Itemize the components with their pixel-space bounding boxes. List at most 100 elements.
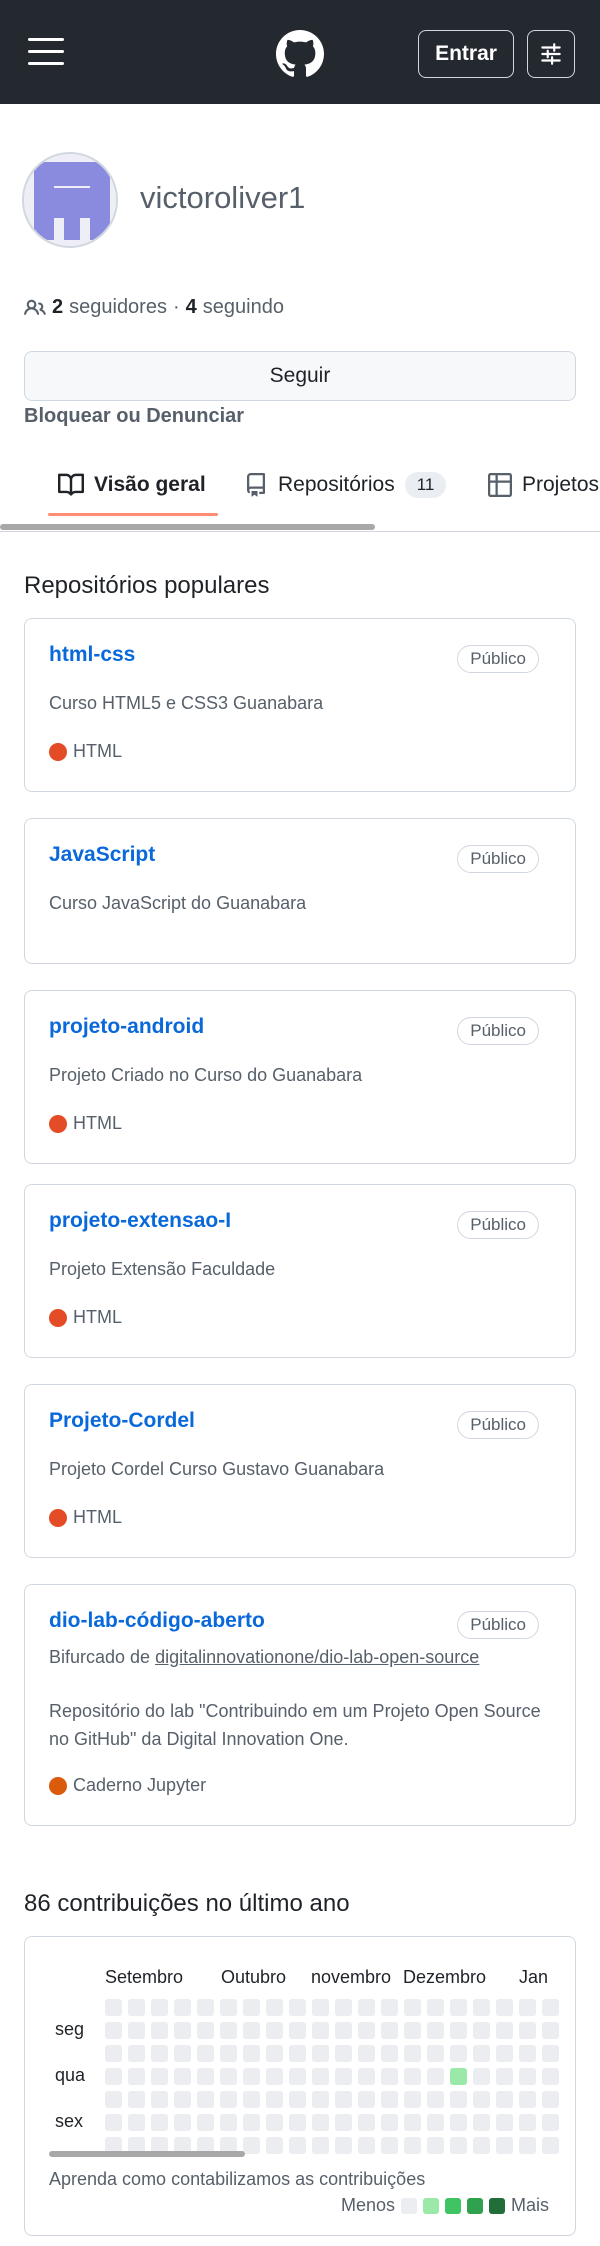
contribution-cell[interactable] xyxy=(496,2114,513,2131)
contribution-cell[interactable] xyxy=(381,2068,398,2085)
contribution-cell[interactable] xyxy=(266,2137,283,2154)
contribution-cell[interactable] xyxy=(266,2022,283,2039)
contribution-cell[interactable] xyxy=(427,2091,444,2108)
contribution-cell[interactable] xyxy=(312,2045,329,2062)
contribution-cell[interactable] xyxy=(542,2091,559,2108)
contribution-cell[interactable] xyxy=(220,2114,237,2131)
contribution-cell[interactable] xyxy=(542,2022,559,2039)
contribution-cell[interactable] xyxy=(174,2045,191,2062)
contribution-cell[interactable] xyxy=(450,2045,467,2062)
contribution-cell[interactable] xyxy=(105,2114,122,2131)
contribution-cell[interactable] xyxy=(450,2137,467,2154)
contribution-cell[interactable] xyxy=(289,2091,306,2108)
contribution-cell[interactable] xyxy=(427,1999,444,2016)
contribution-cell[interactable] xyxy=(358,2137,375,2154)
contribution-cell[interactable] xyxy=(381,2137,398,2154)
repo-name-link[interactable]: Projeto-Cordel xyxy=(49,1409,195,1433)
contribution-cell[interactable] xyxy=(404,2137,421,2154)
contribution-help-link[interactable]: Aprenda como contabilizamos as contribui… xyxy=(49,2169,425,2190)
contribution-cell[interactable] xyxy=(381,2022,398,2039)
contribution-cell[interactable] xyxy=(151,2045,168,2062)
fork-source-link[interactable]: digitalinnovationone/dio-lab-open-source xyxy=(155,1647,479,1667)
contribution-cell[interactable] xyxy=(105,2091,122,2108)
contribution-cell[interactable] xyxy=(220,2091,237,2108)
contribution-cell[interactable] xyxy=(128,2068,145,2085)
contribution-cell[interactable] xyxy=(243,2045,260,2062)
contribution-cell[interactable] xyxy=(358,2022,375,2039)
contribution-cell[interactable] xyxy=(335,2114,352,2131)
contribution-cell[interactable] xyxy=(542,2114,559,2131)
contribution-cell[interactable] xyxy=(266,2045,283,2062)
contribution-cell[interactable] xyxy=(381,2045,398,2062)
contribution-cell[interactable] xyxy=(404,2045,421,2062)
contribution-cell[interactable] xyxy=(335,2045,352,2062)
contribution-cell[interactable] xyxy=(266,2068,283,2085)
contribution-cell[interactable] xyxy=(519,2045,536,2062)
tab-projects[interactable]: Projetos xyxy=(488,455,599,515)
contribution-cell[interactable] xyxy=(496,2137,513,2154)
avatar[interactable] xyxy=(22,152,118,248)
tab-overview[interactable]: Visão geral xyxy=(58,455,206,515)
contribution-cell[interactable] xyxy=(519,1999,536,2016)
contribution-cell[interactable] xyxy=(358,2091,375,2108)
contribution-cell[interactable] xyxy=(220,1999,237,2016)
contribution-cell[interactable] xyxy=(151,2022,168,2039)
contribution-cell[interactable] xyxy=(105,1999,122,2016)
contribution-cell[interactable] xyxy=(542,1999,559,2016)
contribution-cell[interactable] xyxy=(197,2114,214,2131)
contribution-cell[interactable] xyxy=(197,1999,214,2016)
contribution-cell[interactable] xyxy=(473,2137,490,2154)
contribution-cell[interactable] xyxy=(243,2114,260,2131)
contribution-cell[interactable] xyxy=(289,2022,306,2039)
contribution-cell[interactable] xyxy=(427,2114,444,2131)
contribution-cell[interactable] xyxy=(427,2022,444,2039)
contribution-cell[interactable] xyxy=(496,2045,513,2062)
contribution-cell[interactable] xyxy=(312,2091,329,2108)
contribution-cell[interactable] xyxy=(404,2114,421,2131)
contribution-cell[interactable] xyxy=(312,1999,329,2016)
contribution-cell[interactable] xyxy=(220,2068,237,2085)
repo-name-link[interactable]: projeto-android xyxy=(49,1015,204,1039)
contribution-scrollbar[interactable] xyxy=(49,2151,245,2157)
follow-button[interactable]: Seguir xyxy=(24,351,576,401)
hamburger-icon[interactable] xyxy=(28,38,64,66)
contribution-cell[interactable] xyxy=(174,1999,191,2016)
contribution-cell[interactable] xyxy=(404,2091,421,2108)
contribution-cell[interactable] xyxy=(105,2022,122,2039)
contribution-cell[interactable] xyxy=(197,2068,214,2085)
contribution-cell[interactable] xyxy=(312,2114,329,2131)
contribution-cell[interactable] xyxy=(220,2045,237,2062)
contribution-cell[interactable] xyxy=(220,2022,237,2039)
contribution-cell[interactable] xyxy=(266,2091,283,2108)
contribution-cell[interactable] xyxy=(266,2114,283,2131)
following-label[interactable]: seguindo xyxy=(203,296,284,319)
contribution-cell[interactable] xyxy=(335,2091,352,2108)
contribution-cell[interactable] xyxy=(427,2137,444,2154)
block-report-link[interactable]: Bloquear ou Denunciar xyxy=(24,405,244,428)
contribution-cell[interactable] xyxy=(427,2068,444,2085)
contribution-cell[interactable] xyxy=(496,2091,513,2108)
contribution-cell[interactable] xyxy=(381,1999,398,2016)
tabs-scrollbar[interactable] xyxy=(0,524,375,530)
contribution-cell[interactable] xyxy=(450,2068,467,2085)
contribution-cell[interactable] xyxy=(128,1999,145,2016)
contribution-cell[interactable] xyxy=(312,2022,329,2039)
contribution-cell[interactable] xyxy=(519,2137,536,2154)
contribution-cell[interactable] xyxy=(243,2091,260,2108)
contribution-cell[interactable] xyxy=(243,2022,260,2039)
repo-name-link[interactable]: JavaScript xyxy=(49,843,155,867)
contribution-cell[interactable] xyxy=(243,1999,260,2016)
contribution-cell[interactable] xyxy=(335,2137,352,2154)
contribution-cell[interactable] xyxy=(496,2022,513,2039)
sign-in-button[interactable]: Entrar xyxy=(418,30,514,78)
contribution-cell[interactable] xyxy=(473,2091,490,2108)
contribution-cell[interactable] xyxy=(404,1999,421,2016)
contribution-cell[interactable] xyxy=(358,2045,375,2062)
contribution-cell[interactable] xyxy=(519,2068,536,2085)
contribution-cell[interactable] xyxy=(174,2091,191,2108)
contribution-cell[interactable] xyxy=(151,2068,168,2085)
contribution-cell[interactable] xyxy=(381,2114,398,2131)
contribution-cell[interactable] xyxy=(519,2091,536,2108)
github-logo-icon[interactable] xyxy=(276,30,324,78)
contribution-cell[interactable] xyxy=(174,2114,191,2131)
